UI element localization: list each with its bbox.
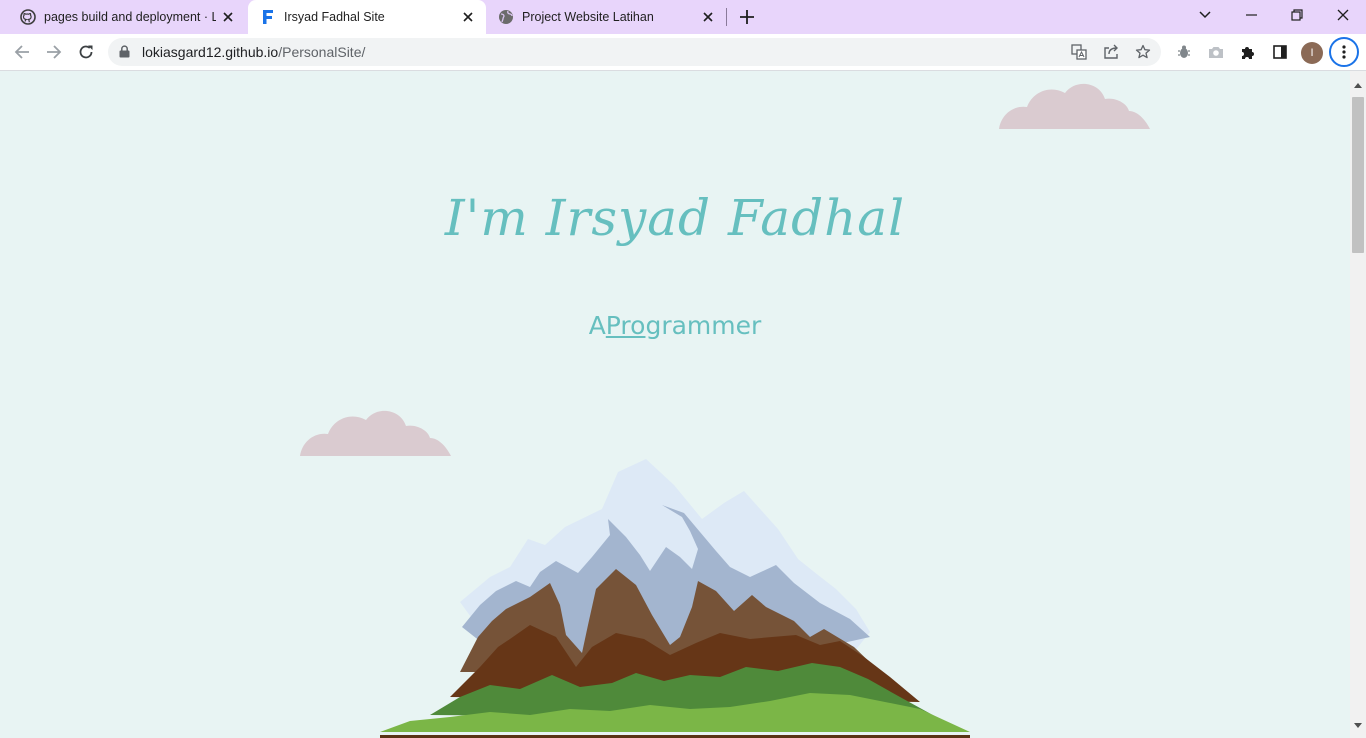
extensions-puzzle-icon[interactable] [1238, 42, 1258, 62]
tab-github-actions[interactable]: pages build and deployment · Lo [0, 0, 246, 34]
side-panel-icon[interactable] [1270, 42, 1290, 62]
url-path: /PersonalSite/ [278, 44, 366, 60]
github-icon [20, 9, 36, 25]
bookmark-star-icon[interactable] [1134, 43, 1152, 61]
subtitle-prefix: A [588, 311, 606, 340]
tab-title: Project Website Latihan [522, 10, 654, 24]
profile-avatar[interactable]: I [1301, 42, 1323, 64]
globe-icon [498, 9, 514, 25]
translate-icon[interactable] [1070, 43, 1088, 61]
new-tab-button[interactable] [737, 7, 757, 27]
share-icon[interactable] [1102, 43, 1120, 61]
address-bar[interactable]: lokiasgard12.github.io/PersonalSite/ [108, 38, 1161, 66]
close-icon[interactable] [460, 9, 476, 25]
scroll-up-arrow-icon[interactable] [1354, 75, 1362, 93]
reload-button[interactable] [74, 40, 98, 64]
tab-search-button[interactable] [1182, 0, 1228, 30]
tab-separator [726, 8, 727, 26]
mountain-illustration [380, 457, 970, 738]
cloud-left [300, 406, 452, 463]
bug-extension-icon[interactable] [1174, 42, 1194, 62]
tab-project-website[interactable]: Project Website Latihan [488, 0, 726, 34]
page-scrollbar[interactable] [1350, 71, 1366, 738]
subtitle-rest: grammer [645, 311, 762, 340]
close-icon[interactable] [220, 9, 236, 25]
cloud-top-right [999, 79, 1151, 136]
url-text: lokiasgard12.github.io/PersonalSite/ [142, 44, 365, 60]
scroll-thumb[interactable] [1352, 97, 1364, 253]
minimize-button[interactable] [1228, 0, 1274, 30]
tab-title: pages build and deployment · Lo [44, 10, 216, 24]
page-title: I'm Irsyad Fadhal [444, 189, 906, 247]
tab-title: Irsyad Fadhal Site [284, 10, 385, 24]
tab-irsyad-site[interactable]: Irsyad Fadhal Site [248, 0, 486, 34]
page-subtitle: AProgrammer [0, 311, 1350, 340]
subtitle-underlined: Pro [605, 311, 646, 340]
scroll-down-arrow-icon[interactable] [1354, 716, 1362, 734]
tab-strip: pages build and deployment · Lo Irsyad F… [0, 0, 1366, 34]
url-host: lokiasgard12.github.io [142, 44, 279, 60]
browser-menu-button[interactable] [1329, 37, 1359, 67]
lock-icon[interactable] [119, 45, 130, 63]
camera-extension-icon[interactable] [1206, 42, 1226, 62]
browser-toolbar: lokiasgard12.github.io/PersonalSite/ I [0, 34, 1366, 71]
close-icon[interactable] [700, 9, 716, 25]
forward-button[interactable] [42, 40, 66, 64]
restore-button[interactable] [1274, 0, 1320, 30]
back-button[interactable] [10, 40, 34, 64]
f-logo-icon [260, 9, 276, 25]
close-window-button[interactable] [1320, 0, 1366, 30]
page-viewport: I'm Irsyad Fadhal AProgrammer [0, 71, 1350, 738]
